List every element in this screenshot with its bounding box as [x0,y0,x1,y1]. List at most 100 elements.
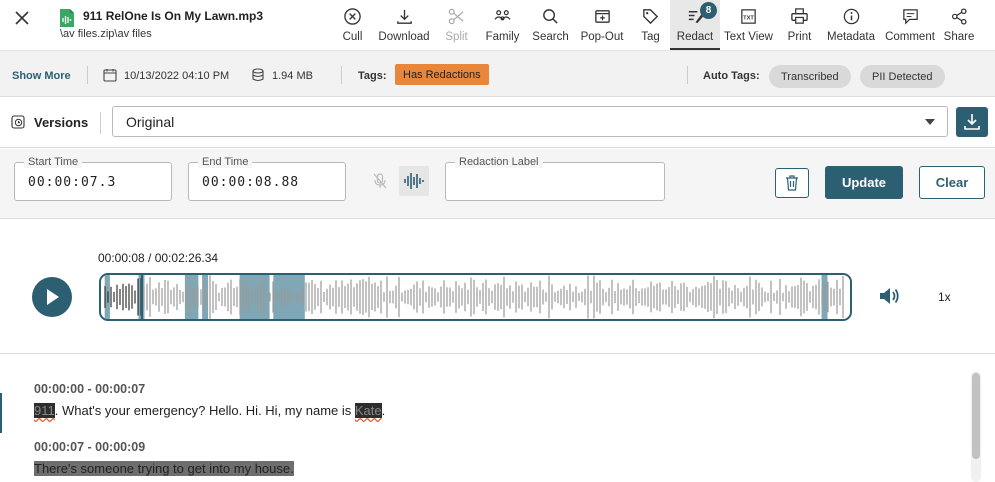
show-more-link[interactable]: Show More [12,70,71,82]
version-select[interactable]: Original [112,106,948,137]
svg-text:TXT: TXT [743,15,754,21]
divider [87,66,88,84]
family-icon [494,10,511,21]
redacted-word[interactable]: 911 [34,403,55,418]
toolbar: Cull Download Split Family Search Pop-Ou… [333,0,978,50]
share-icon [951,8,967,25]
cull-label: Cull [342,31,363,43]
print-button[interactable]: Print [777,0,822,50]
version-select-value: Original [126,113,175,130]
cull-icon [344,8,361,25]
redacted-word[interactable]: Kate [354,403,382,418]
clear-button[interactable]: Clear [919,166,985,199]
versions-label: Versions [34,115,89,130]
auto-tag-transcribed[interactable]: Transcribed [769,65,851,88]
metadata-icon [843,8,859,25]
pop-out-button[interactable]: Pop-Out [573,0,631,50]
mic-off-icon [373,173,387,189]
delete-redaction-button[interactable] [775,168,809,198]
redaction-label-field[interactable]: Redaction Label [445,156,665,201]
update-button[interactable]: Update [825,166,903,199]
info-bar: Show More 10/13/2022 04:10 PM 1.94 MB Ta… [0,50,995,97]
redaction-form: Start Time 00:00:07.3 End Time 00:00:08.… [0,149,995,219]
redaction-label-label: Redaction Label [455,156,543,168]
share-label: Share [943,31,975,43]
print-icon [791,8,808,24]
waveform-icon [404,173,424,189]
family-label: Family [485,31,520,43]
history-icon [11,115,25,129]
file-name: 911 RelOne Is On My Lawn.mp3 [83,9,264,23]
metadata-button[interactable]: Metadata [822,0,880,50]
search-icon [543,9,558,24]
start-time-value: 00:00:07.3 [28,175,117,190]
start-time-field[interactable]: Start Time 00:00:07.3 [14,156,172,201]
playback-speed[interactable]: 1x [938,290,951,304]
segment-text[interactable]: 911. What's your emergency? Hello. Hi. H… [34,403,385,418]
mute-redaction-button[interactable] [365,166,395,196]
family-button[interactable]: Family [477,0,528,50]
tag-label: Tag [641,31,660,43]
tag-has-redactions[interactable]: Has Redactions [395,64,489,85]
chevron-down-icon [925,119,935,125]
end-time-field[interactable]: End Time 00:00:08.88 [188,156,346,201]
share-button[interactable]: Share [940,0,978,50]
segment-time: 00:00:07 - 00:00:09 [34,440,146,454]
calendar-icon [103,69,117,82]
transcript-panel: 00:00:00 - 00:00:07 911. What's your eme… [0,355,995,482]
file-path: \av files.zip\av files [60,28,152,40]
download-version-button[interactable] [956,107,988,140]
trash-icon [786,175,798,191]
versions-bar: Versions Original [0,98,995,148]
split-button[interactable]: Split [436,0,477,50]
redact-button[interactable]: 8 Redact [670,0,720,50]
redacted-phrase[interactable]: There's someone trying to get into my ho… [34,461,294,476]
waveform-timeline[interactable] [99,273,852,321]
close-button[interactable] [12,8,32,28]
divider [341,66,342,84]
download-button[interactable]: Download [372,0,436,50]
play-icon [47,289,59,305]
download-label: Download [378,31,430,43]
comment-label: Comment [885,31,935,43]
play-button[interactable] [32,277,72,317]
tags-label: Tags: [358,70,387,82]
segment-time: 00:00:00 - 00:00:07 [34,382,146,396]
scrollbar-thumb[interactable] [972,373,980,459]
tone-redaction-button[interactable] [399,166,429,196]
tag-button[interactable]: Tag [631,0,670,50]
playback-time: 00:00:08 / 00:02:26.34 [98,251,219,265]
file-size-icon [252,68,264,82]
pop-out-icon [594,10,610,23]
redact-label: Redact [676,31,714,43]
auto-tag-pii-detected[interactable]: PII Detected [860,65,945,88]
divider [687,66,688,84]
metadata-label: Metadata [827,31,875,43]
print-label: Print [787,31,812,43]
transcript-text: . [381,403,386,418]
split-label: Split [445,31,468,43]
search-button[interactable]: Search [528,0,573,50]
download-icon [396,9,412,24]
scissors-icon [448,8,464,25]
waveform [104,275,844,319]
text-view-label: Text View [723,31,773,43]
comment-button[interactable]: Comment [880,0,940,50]
volume-button[interactable] [878,285,902,310]
end-time-label: End Time [198,156,253,168]
file-date: 10/13/2022 04:10 PM [124,70,230,82]
redaction-count-badge: 8 [700,2,717,19]
segment-text[interactable]: There's someone trying to get into my ho… [34,461,294,476]
search-label: Search [532,31,569,43]
volume-icon [880,288,899,304]
download-icon [956,107,988,137]
file-size: 1.94 MB [272,70,313,82]
pop-out-label: Pop-Out [580,31,624,43]
text-view-icon: TXT [741,9,756,24]
divider [100,112,101,134]
text-view-button[interactable]: TXT Text View [720,0,777,50]
top-bar: 911 RelOne Is On My Lawn.mp3 \av files.z… [0,0,995,50]
auto-tags-label: Auto Tags: [703,70,760,82]
comment-icon [902,9,918,25]
cull-button[interactable]: Cull [333,0,372,50]
